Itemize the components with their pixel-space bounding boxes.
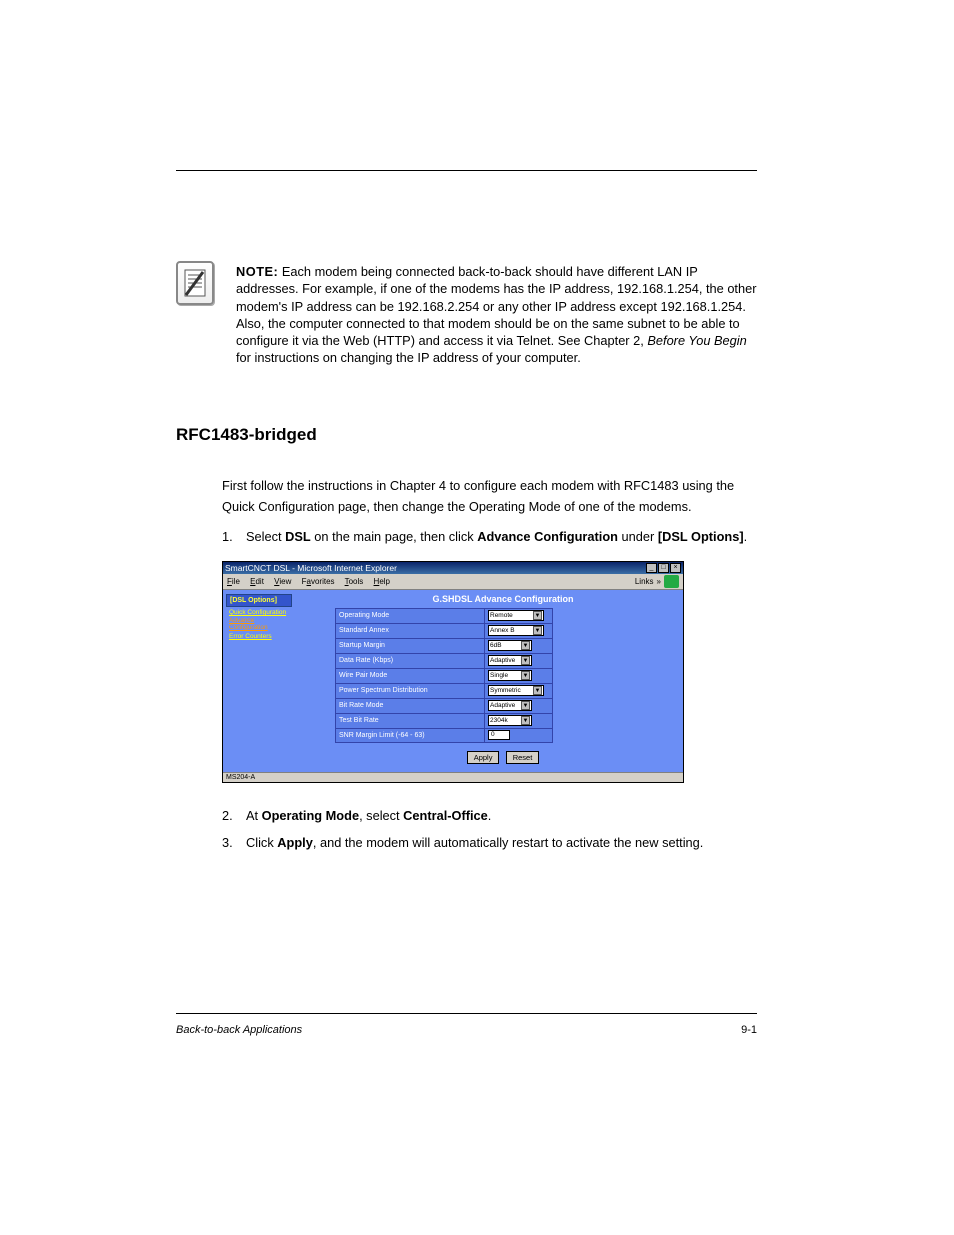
step-number: 3.	[222, 832, 236, 853]
menu-file[interactable]: File	[227, 577, 240, 586]
data-rate-select[interactable]: Adaptive▼	[488, 655, 532, 666]
config-table: Operating ModeRemote▼ Standard AnnexAnne…	[335, 608, 553, 743]
psd-select[interactable]: Symmetric▼	[488, 685, 544, 696]
chevron-down-icon: ▼	[521, 716, 530, 725]
menu-tools[interactable]: Tools	[345, 577, 364, 586]
row-data-rate: Data Rate (Kbps)Adaptive▼	[336, 653, 553, 668]
step-3: 3. Click Apply, and the modem will autom…	[222, 832, 757, 853]
status-bar: MS204-A	[223, 772, 683, 782]
chevron-down-icon: ▼	[533, 686, 542, 695]
page-number: 9-1	[741, 1024, 757, 1036]
menu-view[interactable]: View	[274, 577, 291, 586]
row-startup-margin: Startup Margin6dB▼	[336, 638, 553, 653]
menu-help[interactable]: Help	[374, 577, 390, 586]
row-psd: Power Spectrum DistributionSymmetric▼	[336, 683, 553, 698]
chevron-down-icon: ▼	[521, 641, 530, 650]
menu-items: File Edit View Favorites Tools Help	[227, 577, 398, 586]
step-1: 1. Select DSL on the main page, then cli…	[222, 526, 757, 547]
chevron-down-icon: ▼	[533, 611, 542, 620]
maximize-icon[interactable]: □	[658, 563, 669, 573]
wire-pair-select[interactable]: Single▼	[488, 670, 532, 681]
operating-mode-label: Operating Mode	[262, 808, 359, 823]
rule-top	[176, 170, 757, 171]
sidebar-header: [DSL Options]	[226, 594, 292, 607]
rule-bottom	[176, 1013, 757, 1014]
footer-title: Back-to-back Applications	[176, 1024, 302, 1036]
sidebar-link-quick[interactable]: Quick Configuration	[229, 609, 292, 616]
note-ref: Before You Begin	[647, 333, 746, 348]
reset-button[interactable]: Reset	[506, 751, 540, 764]
close-icon[interactable]: ×	[670, 563, 681, 573]
footer: Back-to-back Applications 9-1	[176, 1024, 757, 1036]
row-test-bit-rate: Test Bit Rate2304k▼	[336, 713, 553, 728]
row-snr-margin: SNR Margin Limit (-64 - 63)0	[336, 728, 553, 742]
step-number: 2.	[222, 805, 236, 826]
window-title: SmartCNCT DSL - Microsoft Internet Explo…	[225, 563, 397, 573]
advance-config-label: Advance Configuration	[477, 529, 618, 544]
chevron-down-icon: ▼	[521, 701, 530, 710]
note-icon	[176, 261, 214, 305]
note-text: NOTE: Each modem being connected back-to…	[236, 261, 757, 367]
sidebar: [DSL Options] Quick Configuration Advanc…	[223, 590, 295, 772]
menubar: File Edit View Favorites Tools Help Link…	[223, 574, 683, 590]
links-bar: Links»	[635, 575, 679, 588]
screenshot-window: SmartCNCT DSL - Microsoft Internet Explo…	[222, 561, 684, 783]
sidebar-link-advance[interactable]: Advance Configuration	[229, 617, 292, 631]
window-buttons: _ □ ×	[646, 563, 681, 573]
bit-rate-mode-select[interactable]: Adaptive▼	[488, 700, 532, 711]
apply-button[interactable]: Apply	[467, 751, 500, 764]
links-label: Links	[635, 577, 654, 586]
row-wire-pair: Wire Pair ModeSingle▼	[336, 668, 553, 683]
dsl-options-label: [DSL Options]	[658, 529, 744, 544]
menu-favorites[interactable]: Favorites	[302, 577, 335, 586]
operating-mode-select[interactable]: Remote▼	[488, 610, 544, 621]
row-operating-mode: Operating ModeRemote▼	[336, 608, 553, 623]
note-block: NOTE: Each modem being connected back-to…	[176, 261, 757, 367]
standard-annex-select[interactable]: Annex B▼	[488, 625, 544, 636]
snr-margin-input[interactable]: 0	[488, 730, 510, 740]
menu-edit[interactable]: Edit	[250, 577, 264, 586]
step-2: 2. At Operating Mode, select Central-Off…	[222, 805, 757, 826]
apply-label: Apply	[277, 835, 313, 850]
row-bit-rate-mode: Bit Rate ModeAdaptive▼	[336, 698, 553, 713]
startup-margin-select[interactable]: 6dB▼	[488, 640, 532, 651]
go-icon[interactable]	[664, 575, 679, 588]
chevron-down-icon: ▼	[521, 671, 530, 680]
test-bit-rate-select[interactable]: 2304k▼	[488, 715, 532, 726]
sidebar-link-errors[interactable]: Error Counters	[229, 633, 292, 640]
panel-title: G.SHDSL Advance Configuration	[335, 594, 671, 604]
intro-paragraph: First follow the instructions in Chapter…	[222, 475, 757, 517]
dsl-label: DSL	[285, 529, 311, 544]
minimize-icon[interactable]: _	[646, 563, 657, 573]
chevron-down-icon: ▼	[521, 656, 530, 665]
row-standard-annex: Standard AnnexAnnex B▼	[336, 623, 553, 638]
main-panel: G.SHDSL Advance Configuration Operating …	[295, 590, 683, 772]
note-label: NOTE:	[236, 264, 278, 279]
central-office-label: Central-Office	[403, 808, 488, 823]
window-titlebar: SmartCNCT DSL - Microsoft Internet Explo…	[223, 562, 683, 574]
step-number: 1.	[222, 526, 236, 547]
chevron-down-icon: ▼	[533, 626, 542, 635]
section-title: RFC1483-bridged	[176, 425, 757, 445]
